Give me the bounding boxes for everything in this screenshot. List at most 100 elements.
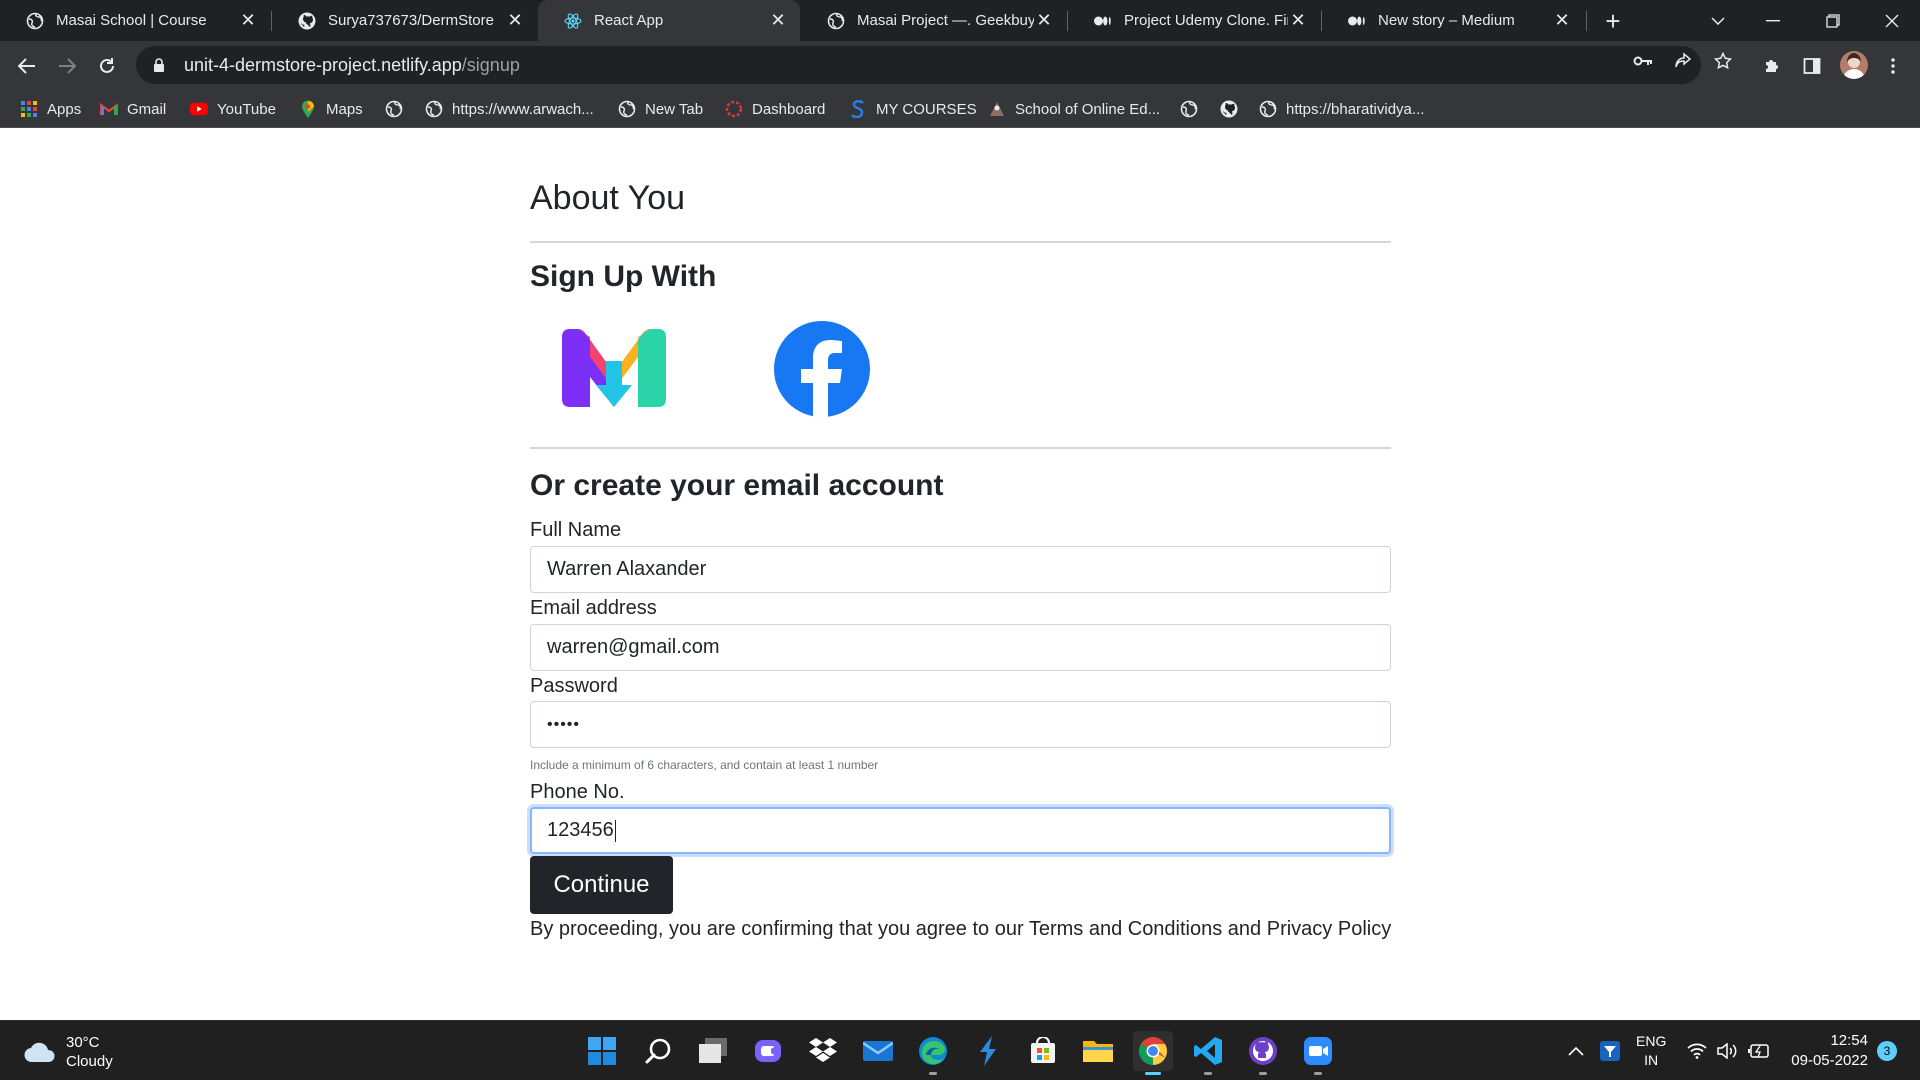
- tab-dermstore-github[interactable]: Surya737673/DermStore ✕: [272, 0, 537, 41]
- masai-signup-button[interactable]: [560, 327, 668, 411]
- bookmark-label: New Tab: [645, 100, 704, 118]
- show-hidden-icons-chevron-icon[interactable]: [1568, 1021, 1590, 1080]
- restore-icon[interactable]: [1805, 0, 1861, 41]
- tab-udemy-clone[interactable]: Project Udemy Clone. First ✕: [1068, 0, 1320, 41]
- close-window-icon[interactable]: [1864, 0, 1920, 41]
- dropbox-icon[interactable]: [803, 1031, 843, 1071]
- apps-grid-icon: [20, 100, 38, 118]
- globe-icon: [1180, 100, 1198, 118]
- chat-icon[interactable]: [748, 1031, 788, 1071]
- minimize-icon[interactable]: [1745, 0, 1801, 41]
- phone-label: Phone No.: [530, 781, 625, 803]
- wifi-icon[interactable]: [1687, 1021, 1709, 1080]
- new-tab-button[interactable]: +: [1600, 6, 1626, 36]
- profile-avatar[interactable]: [1840, 51, 1868, 79]
- github-desktop-icon[interactable]: [1243, 1031, 1283, 1075]
- side-panel-icon[interactable]: [1799, 53, 1825, 79]
- mail-icon[interactable]: [858, 1031, 898, 1071]
- reload-icon[interactable]: [92, 51, 122, 81]
- facebook-signup-button[interactable]: [774, 321, 870, 417]
- edge-icon[interactable]: [913, 1031, 953, 1075]
- close-tab-icon[interactable]: ✕: [768, 10, 788, 31]
- close-tab-icon[interactable]: ✕: [1034, 10, 1054, 31]
- youtube-icon: [190, 100, 208, 118]
- bookmark-dashboard[interactable]: Dashboard: [725, 98, 825, 120]
- weather-description: Cloudy: [66, 1053, 113, 1070]
- file-explorer-icon[interactable]: [1078, 1031, 1118, 1071]
- zoom-icon[interactable]: [1298, 1031, 1338, 1075]
- globe-icon: [26, 12, 44, 30]
- globe-icon: [1259, 100, 1277, 118]
- forward-arrow-icon[interactable]: [52, 51, 82, 81]
- tab-geekbuying[interactable]: Masai Project —. Geekbuying ✕: [801, 0, 1066, 41]
- bookmark-gmail[interactable]: Gmail: [100, 98, 166, 120]
- task-view-icon[interactable]: [693, 1031, 733, 1071]
- bookmark-github[interactable]: [1220, 98, 1247, 120]
- key-icon[interactable]: [1632, 50, 1654, 72]
- store-icon[interactable]: [1023, 1031, 1063, 1071]
- tab-search-chevron-icon[interactable]: [1690, 0, 1746, 41]
- bookmark-youtube[interactable]: YouTube: [190, 98, 276, 120]
- browser-menu-icon[interactable]: [1880, 53, 1906, 79]
- share-icon[interactable]: [1672, 50, 1694, 72]
- browser-tab-strip: Masai School | Course ✕ Surya737673/Derm…: [0, 0, 1920, 41]
- masai-m-logo-icon: [562, 329, 666, 407]
- bookmark-star-icon[interactable]: [1712, 50, 1734, 72]
- tab-masai-school[interactable]: Masai School | Course ✕: [0, 0, 270, 41]
- windows-taskbar: 30°C Cloudy ENG IN 12:54 09-05-2022 3: [0, 1020, 1920, 1080]
- close-tab-icon[interactable]: ✕: [1288, 10, 1308, 31]
- email-input[interactable]: warren@gmail.com: [530, 624, 1391, 671]
- tab-title: Project Udemy Clone. First: [1124, 12, 1288, 29]
- notification-badge[interactable]: 3: [1877, 1041, 1897, 1061]
- divider: [530, 447, 1391, 449]
- bookmark-globe-1[interactable]: [385, 98, 412, 120]
- full-name-input[interactable]: Warren Alaxander: [530, 546, 1391, 593]
- search-icon[interactable]: [638, 1031, 678, 1071]
- bookmark-label: Gmail: [127, 100, 167, 118]
- url-path: /signup: [461, 54, 520, 75]
- chrome-icon[interactable]: [1133, 1031, 1173, 1075]
- bookmark-globe-2[interactable]: [1180, 98, 1207, 120]
- volume-icon[interactable]: [1717, 1021, 1741, 1080]
- weather-widget[interactable]: 30°C Cloudy: [24, 1033, 113, 1071]
- medium-icon: [1094, 12, 1112, 30]
- close-tab-icon[interactable]: ✕: [238, 10, 258, 31]
- phone-input[interactable]: 123456: [530, 807, 1391, 854]
- system-clock[interactable]: 12:54 09-05-2022: [1780, 1031, 1868, 1071]
- extensions-puzzle-icon[interactable]: [1759, 53, 1785, 79]
- back-arrow-icon[interactable]: [12, 51, 42, 81]
- email-label: Email address: [530, 597, 657, 619]
- tab-medium-new-story[interactable]: New story – Medium ✕: [1322, 0, 1584, 41]
- lock-icon[interactable]: [150, 56, 168, 74]
- password-input[interactable]: •••••: [530, 701, 1391, 748]
- bookmark-bharatividya[interactable]: https://bharatividya...: [1259, 98, 1424, 120]
- tray-app-icon[interactable]: [1600, 1021, 1622, 1080]
- full-name-label: Full Name: [530, 519, 622, 541]
- address-bar[interactable]: unit-4-dermstore-project.netlify.app/sig…: [136, 46, 1701, 84]
- battery-icon[interactable]: [1748, 1021, 1772, 1080]
- bookmark-apps[interactable]: Apps: [20, 98, 81, 120]
- start-icon[interactable]: [582, 1031, 622, 1071]
- language-code: ENG: [1636, 1033, 1667, 1049]
- close-tab-icon[interactable]: ✕: [1552, 10, 1572, 31]
- vscode-icon[interactable]: [1188, 1031, 1228, 1075]
- bookmark-arwach[interactable]: https://www.arwach...: [425, 98, 594, 120]
- tab-react-app[interactable]: React App ✕: [538, 0, 800, 41]
- signup-with-heading: Sign Up With: [530, 260, 717, 293]
- tab-title: Surya737673/DermStore: [328, 12, 494, 29]
- email-value: warren@gmail.com: [547, 636, 720, 658]
- bookmark-maps[interactable]: Maps: [299, 98, 363, 120]
- continue-button[interactable]: Continue: [530, 856, 673, 914]
- globe-icon: [425, 100, 443, 118]
- vscode-insiders-icon[interactable]: [968, 1031, 1008, 1071]
- bookmark-school-online[interactable]: School of Online Ed...: [988, 98, 1160, 120]
- legal-notice: By proceeding, you are confirming that y…: [530, 918, 1392, 940]
- tab-title: New story – Medium: [1378, 12, 1515, 29]
- bookmark-label: YouTube: [217, 100, 276, 118]
- close-tab-icon[interactable]: ✕: [505, 10, 525, 31]
- bookmark-my-courses[interactable]: MY COURSES: [849, 98, 977, 120]
- bookmark-new-tab[interactable]: New Tab: [618, 98, 703, 120]
- full-name-value: Warren Alaxander: [547, 558, 707, 580]
- bookmark-label: School of Online Ed...: [1015, 100, 1161, 118]
- language-indicator[interactable]: ENG IN: [1636, 1021, 1666, 1080]
